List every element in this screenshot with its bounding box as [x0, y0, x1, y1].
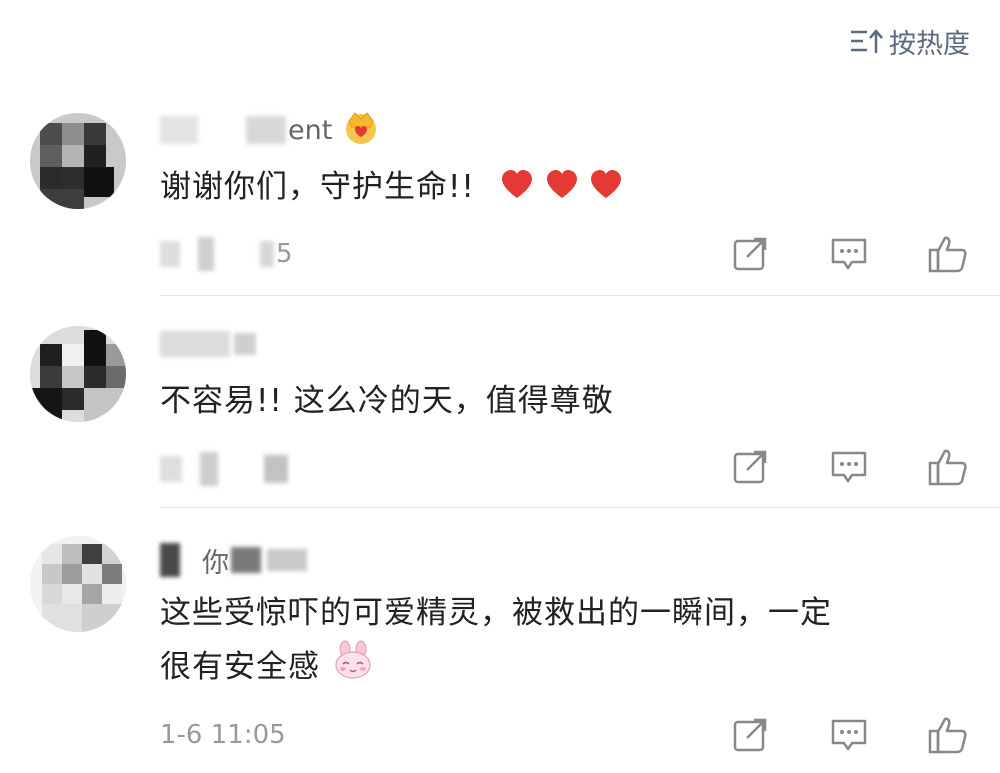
username[interactable]: [160, 328, 256, 360]
heart-emoji-icon: [500, 162, 534, 216]
username[interactable]: ent: [160, 111, 380, 146]
comment-actions: [728, 445, 970, 489]
username-redacted: [234, 333, 256, 355]
username-text: 你: [202, 547, 229, 579]
comment-text: 不容易!! 这么冷的天，值得尊敬: [160, 383, 614, 419]
comment-icon[interactable]: [827, 713, 871, 757]
time-redacted: [160, 241, 180, 267]
heart-emoji-icon: [589, 162, 623, 216]
comment-time: 5: [160, 237, 293, 271]
comment-icon[interactable]: [827, 445, 871, 489]
comment-text: 这些受惊吓的可爱精灵，被救出的一瞬间，一定 很有安全感: [160, 586, 832, 697]
like-icon[interactable]: [926, 232, 970, 276]
sort-by-hot-button[interactable]: 按热度: [849, 22, 970, 61]
username-redacted: [160, 543, 180, 577]
divider: [160, 295, 1000, 296]
comment-actions: [728, 232, 970, 276]
comment-time-text: 5: [276, 239, 293, 269]
divider: [160, 507, 1000, 508]
username-redacted: [160, 331, 230, 357]
heart-emoji-icon: [545, 162, 579, 216]
share-icon[interactable]: [728, 713, 772, 757]
comment-text: 谢谢你们，守护生命!!: [160, 160, 623, 216]
bunny-emoji-icon: [333, 640, 373, 697]
username-redacted: [246, 116, 286, 144]
crown-badge-icon: [342, 109, 380, 152]
sort-icon: [849, 28, 883, 56]
like-icon[interactable]: [926, 713, 970, 757]
comment-actions: [728, 713, 970, 757]
comment-text-line: 很有安全感: [160, 640, 832, 697]
avatar[interactable]: [30, 113, 126, 209]
comment-text-content: 谢谢你们，守护生命!!: [160, 169, 475, 205]
share-icon[interactable]: [728, 232, 772, 276]
avatar[interactable]: [30, 536, 126, 632]
comment-text-line: 这些受惊吓的可爱精灵，被救出的一瞬间，一定: [160, 595, 832, 631]
time-redacted: [160, 456, 182, 482]
sort-label: 按热度: [889, 29, 970, 60]
username-redacted: [231, 547, 261, 573]
comment-icon[interactable]: [827, 232, 871, 276]
username-redacted: [160, 116, 198, 144]
time-redacted: [198, 237, 214, 271]
comment-text-line-content: 很有安全感: [160, 649, 320, 685]
like-icon[interactable]: [926, 445, 970, 489]
time-redacted: [260, 241, 274, 267]
time-redacted: [264, 455, 288, 483]
avatar[interactable]: [30, 326, 126, 422]
time-redacted: [200, 452, 218, 486]
comment-time-text: 1-6 11:05: [160, 720, 286, 750]
username-text: ent: [288, 114, 333, 146]
username[interactable]: 你: [160, 543, 307, 579]
comment-time: 1-6 11:05: [160, 718, 286, 752]
share-icon[interactable]: [728, 445, 772, 489]
comment-time: [160, 452, 288, 486]
username-redacted: [267, 549, 307, 571]
